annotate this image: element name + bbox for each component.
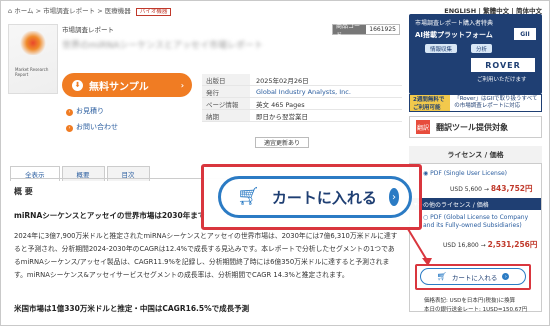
add-to-cart-label: カートに入れる (271, 188, 377, 207)
add-to-cart-button-zoomed[interactable]: 🛒︎ カートに入れる › (218, 176, 412, 218)
chevron-right-icon: › (388, 188, 399, 206)
cart-icon: 🛒︎ (237, 186, 260, 207)
callout-connector (407, 228, 432, 266)
